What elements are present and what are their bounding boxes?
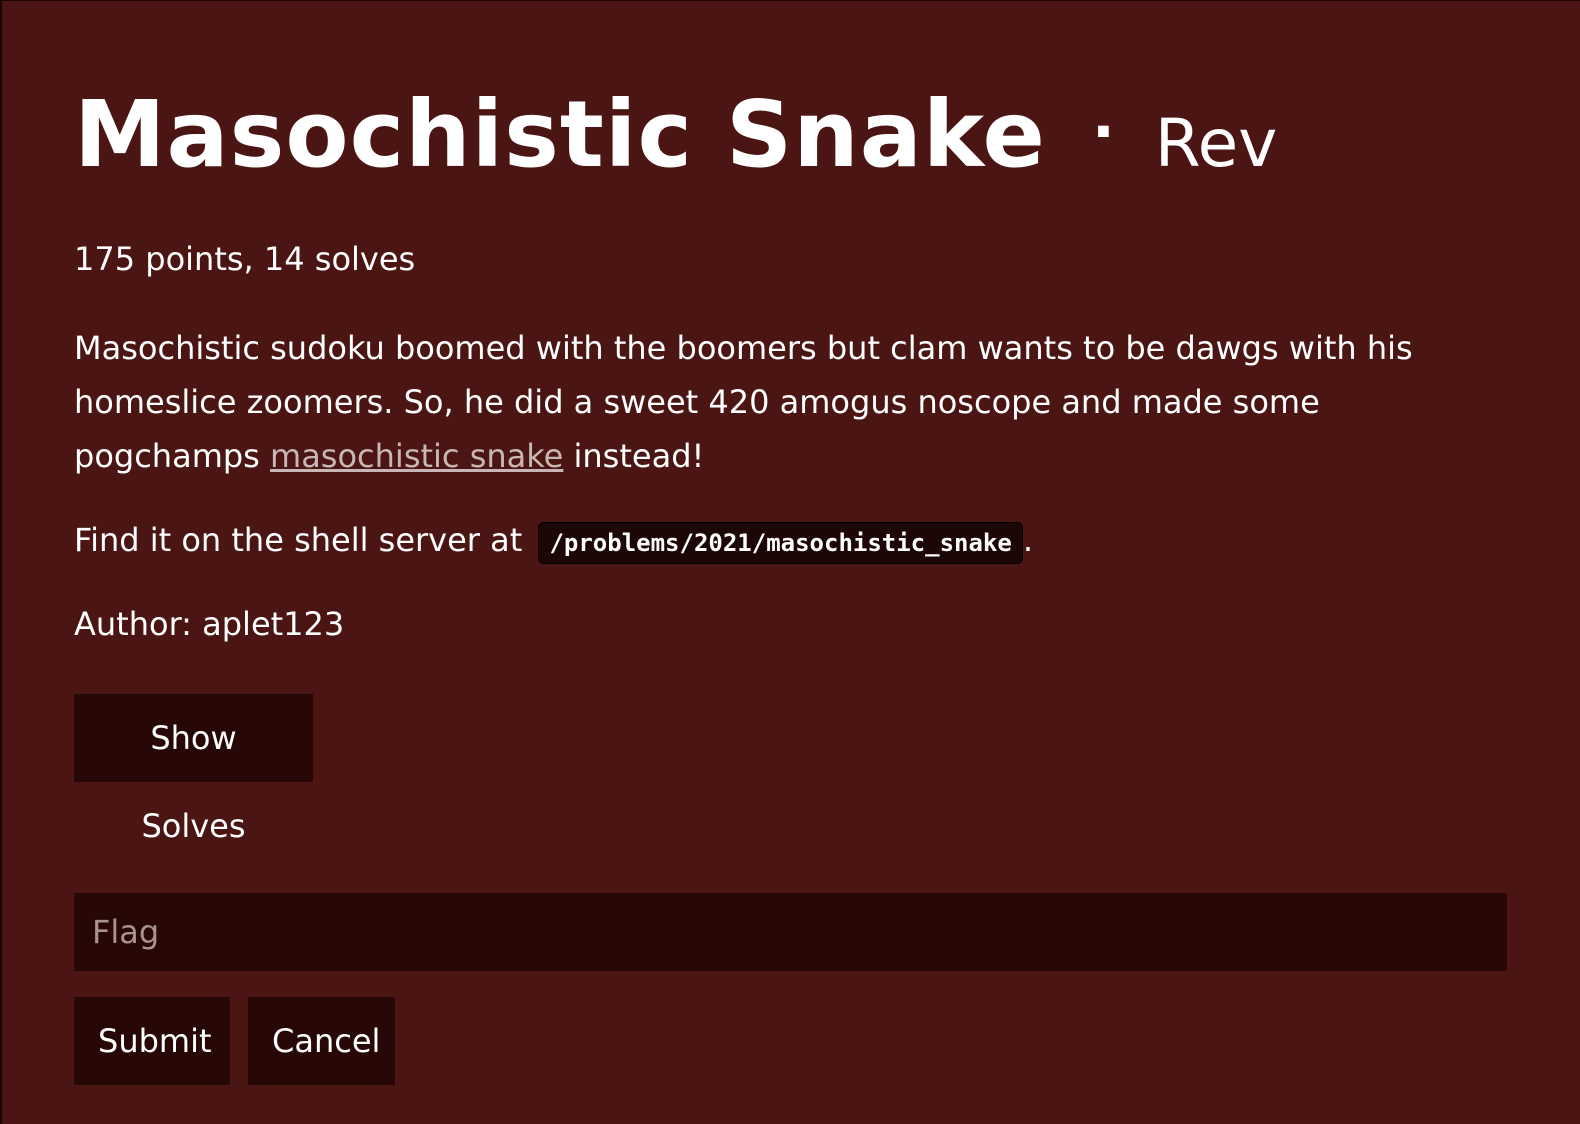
submit-button[interactable]: Submit: [74, 997, 230, 1085]
challenge-panel: Masochistic Snake · Rev 175 points, 14 s…: [2, 1, 1580, 1124]
shell-path-code: /problems/2021/masochistic_snake: [538, 522, 1023, 564]
title-separator: ·: [1091, 97, 1115, 167]
shell-prefix: Find it on the shell server at: [74, 521, 533, 559]
challenge-description: Masochistic sudoku boomed with the boome…: [74, 321, 1504, 483]
show-solves-button[interactable]: Show Solves: [74, 694, 313, 845]
challenge-header: Masochistic Snake · Rev: [74, 79, 1580, 191]
flag-input[interactable]: [74, 893, 1507, 971]
shell-server-info: Find it on the shell server at /problems…: [74, 513, 1580, 570]
challenge-title: Masochistic Snake: [74, 81, 1046, 188]
cancel-button[interactable]: Cancel: [248, 997, 395, 1085]
challenge-author: Author: aplet123: [74, 605, 345, 643]
shell-suffix: .: [1022, 521, 1033, 559]
flag-actions: Submit Cancel: [74, 997, 1580, 1085]
description-text-end: instead!: [563, 437, 705, 475]
challenge-points-solves: 175 points, 14 solves: [74, 240, 416, 278]
challenge-category: Rev: [1154, 105, 1278, 182]
masochistic-snake-link[interactable]: masochistic snake: [270, 437, 563, 475]
